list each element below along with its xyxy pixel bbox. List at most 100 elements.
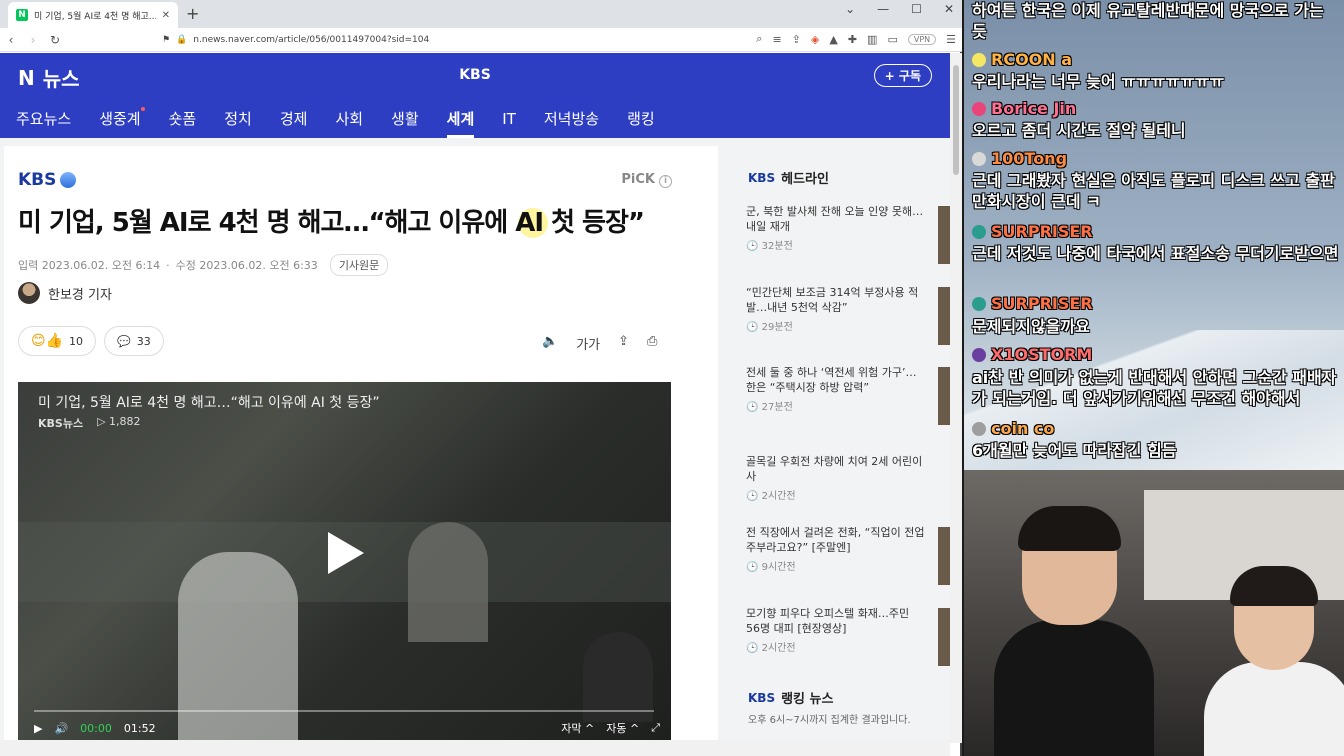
fullscreen-icon[interactable]: ⤢ [651, 721, 660, 735]
sidebar-news-item[interactable]: 전 직장에서 걸려온 전화, “직업이 전업주부라고요?” [주말엔] 🕒 9시… [746, 525, 950, 595]
browser-window: N 미 기업, 5월 AI로 4천 명 해고..."하 ✕ + ⌄ — ☐ ✕ … [0, 0, 962, 756]
menu-item-main[interactable]: 주요뉴스 [16, 105, 71, 138]
bookmark-icon[interactable]: ⚑ [162, 35, 170, 45]
news-title: 군, 북한 발사체 잔해 오늘 인양 못해…내일 재개 [746, 205, 924, 233]
auto-quality-button[interactable]: 자동 ^ [606, 720, 639, 736]
close-window-button[interactable]: ✕ [944, 2, 954, 16]
menu-icon[interactable]: ☰ [946, 33, 956, 46]
video-worker [178, 552, 298, 742]
original-article-link[interactable]: 기사원문 [329, 254, 389, 276]
stream-chat-overlay: 하여튼 한국은 이제 유교탈레반때문에 망국으로 가는 듯 RCOON a 우리… [964, 0, 1344, 470]
video-views: ▷ 1,882 [97, 415, 141, 428]
reader-icon[interactable]: ≡ [772, 33, 781, 46]
audio-icon[interactable]: 🔈 [542, 334, 558, 353]
play-button[interactable]: ▶ [34, 722, 42, 735]
chat-username-text: SURPRISER [991, 222, 1093, 241]
kbs-small-logo: KBS [748, 170, 776, 185]
news-thumbnail [938, 608, 950, 666]
comment-icon: 💬 [117, 334, 131, 348]
menu-item-society[interactable]: 사회 [335, 105, 363, 138]
menu-item-world[interactable]: 세계 [446, 105, 475, 138]
menu-item-life[interactable]: 생활 [391, 105, 419, 138]
subtitle-button[interactable]: 자막 ^ [561, 720, 594, 736]
chat-username: SURPRISER [972, 222, 1093, 241]
url-field[interactable]: ⚑ 🔒 n.news.naver.com/article/056/0011497… [162, 30, 582, 50]
tab-search-icon[interactable]: ⌄ [845, 2, 855, 16]
extension-icon[interactable]: ✚ [848, 33, 857, 46]
sidebar-news-item[interactable]: 전세 둘 중 하나 ‘역전세 위험 가구’…한은 “주택시장 하방 압력” 🕒 … [746, 365, 950, 435]
zoom-icon[interactable]: ⌕ [756, 32, 762, 46]
forward-button[interactable]: › [22, 33, 44, 47]
url-text: n.news.naver.com/article/056/0011497004?… [193, 34, 430, 45]
sidebar-news-item[interactable]: 골목길 우회전 차량에 치여 2세 어린이 사 🕒 2시간전 [746, 454, 950, 524]
news-time: 🕒 27분전 [746, 402, 793, 413]
comment-button[interactable]: 💬 33 [104, 326, 164, 356]
news-time-text: 29분전 [761, 322, 793, 333]
video-controls: ▶ 🔊 00:00 01:52 자막 ^ 자동 ^ ⤢ [34, 720, 660, 736]
new-tab-button[interactable]: + [186, 2, 199, 28]
wallet-icon[interactable]: ▭ [887, 33, 897, 46]
menu-item-politics[interactable]: 정치 [224, 105, 252, 138]
sidebar-news-item[interactable]: “민간단체 보조금 314억 부정사용 적발…내년 5천억 삭감” 🕒 29분전 [746, 285, 950, 355]
news-time: 🕒 2시간전 [746, 643, 796, 654]
live-dot-icon [140, 107, 145, 111]
video-progress-bar[interactable] [34, 710, 654, 712]
print-icon[interactable]: ⎙ [647, 334, 657, 353]
sidebar-icon[interactable]: ▥ [867, 33, 877, 46]
horizontal-scrollbar[interactable] [0, 740, 950, 756]
vpn-button[interactable]: VPN [907, 33, 937, 45]
share-icon[interactable]: ⇪ [792, 33, 801, 46]
streamer-left [994, 506, 1154, 756]
kbs-press-logo[interactable]: KBS [18, 170, 77, 190]
reaction-button[interactable]: 😊👍 10 [18, 326, 97, 356]
brave-shield-icon[interactable]: ◈ [811, 33, 819, 46]
pick-text: PiCK [621, 172, 655, 187]
menu-item-evening[interactable]: 저녁방송 [544, 105, 599, 138]
menu-item-shortform[interactable]: 숏폼 [169, 105, 197, 138]
info-icon[interactable]: i [659, 175, 672, 188]
close-tab-icon[interactable]: ✕ [162, 10, 170, 21]
user-badge-icon [972, 347, 986, 362]
duration: 01:52 [123, 721, 156, 735]
browser-tab[interactable]: N 미 기업, 5월 AI로 4천 명 해고..."하 ✕ [8, 2, 178, 28]
sidebar: KBS 헤드라인 군, 북한 발사체 잔해 오늘 인양 못해…내일 재개 🕒 3… [728, 168, 950, 726]
user-badge-icon [972, 52, 986, 67]
user-badge-icon [972, 421, 986, 436]
menu-item-live[interactable]: 생중계 [99, 105, 145, 138]
sidebar-news-item[interactable]: 모기향 피우다 오피스텔 화재…주민 56명 대피 [현장영상] 🕒 2시간전 [746, 606, 950, 676]
menu-item-economy[interactable]: 경제 [280, 105, 308, 138]
streamer-right [1204, 566, 1344, 756]
scrollbar-thumb[interactable] [953, 65, 959, 175]
play-icon[interactable] [328, 532, 364, 574]
reload-button[interactable]: ↻ [44, 33, 66, 47]
vertical-scrollbar[interactable] [950, 53, 962, 743]
comment-count: 33 [136, 334, 151, 348]
maximize-button[interactable]: ☐ [911, 2, 922, 16]
menu-item-ranking[interactable]: 랭킹 [627, 105, 655, 138]
chat-username-text: X1OSTORM [991, 345, 1093, 364]
news-time-text: 2시간전 [761, 643, 796, 654]
menu-item-it[interactable]: IT [502, 105, 516, 138]
volume-icon[interactable]: 🔊 [54, 722, 68, 735]
back-button[interactable]: ‹ [0, 33, 22, 47]
streamer-left-body [994, 620, 1154, 756]
chat-message: 문제되지않을까요 [972, 317, 1090, 336]
chat-message: 우리나라는 너무 늦어 ㅠㅠㅠㅠㅠㅠㅠ [972, 72, 1225, 91]
address-bar-row: ‹ › ↻ ⚑ 🔒 n.news.naver.com/article/056/0… [0, 28, 962, 52]
news-thumbnail [938, 206, 950, 264]
sidebar-news-item[interactable]: 군, 북한 발사체 잔해 오늘 인양 못해…내일 재개 🕒 32분전 [746, 204, 950, 274]
press-name: KBS [459, 67, 491, 83]
chat-username-text: coin co [991, 419, 1055, 438]
chat-username-text: Borice Jin [991, 99, 1077, 118]
subscribe-button[interactable]: + 구독 [873, 64, 932, 87]
tab-bar: N 미 기업, 5월 AI로 4천 명 해고..."하 ✕ + ⌄ — ☐ ✕ [0, 0, 962, 28]
font-size-button[interactable]: 가가 [576, 334, 600, 353]
share-article-icon[interactable]: ⇪ [618, 334, 629, 353]
current-time: 00:00 [80, 721, 112, 735]
video-player[interactable]: 미 기업, 5월 AI로 4천 명 해고…“해고 이유에 AI 첫 등장” KB… [18, 382, 671, 742]
reporter[interactable]: 한보경 기자 [18, 282, 112, 304]
minimize-button[interactable]: — [877, 2, 889, 16]
rewards-icon[interactable]: ▲ [829, 33, 837, 46]
news-time-text: 27분전 [761, 402, 793, 413]
ranking-title: KBS 랭킹 뉴스 [748, 688, 911, 708]
